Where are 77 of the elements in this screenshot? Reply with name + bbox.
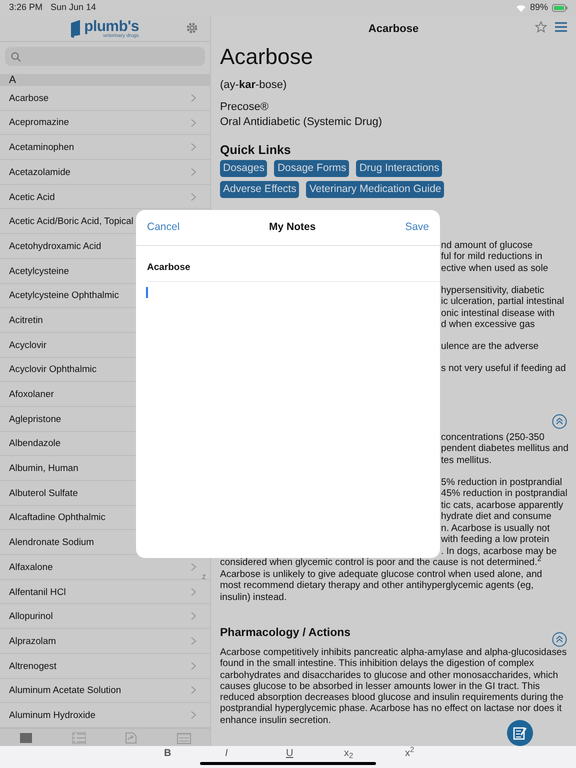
- quick-link-button[interactable]: Dosage Forms: [274, 160, 350, 176]
- text-line: nd amount of glucose: [441, 240, 534, 251]
- format-button[interactable]: I: [222, 746, 231, 762]
- text-line: most recommend dietary therapy and other antihyperglycemic agents (eg,: [220, 580, 535, 592]
- format-button[interactable]: B: [161, 746, 174, 762]
- quick-link-button[interactable]: Veterinary Medication Guide: [306, 180, 444, 198]
- paragraph: Acarbose competitively inhibits pancreatic alpha-amylase and alpha-glucosidases found in the small intestine. This inhibition delays the digestion of complex carbohydrates and disaccharides to glucose and other monosaccharides, which causes glucose to be absorbed in lesser amounts lower in the GI tract. This reduced absorption decreases blood glucose and insulin requirements during the postprandial hyperglycemic phase. Acarbose has no effect on lactase nor does it enhance insulin secretion.: [220, 647, 567, 726]
- cancel-button[interactable]: Cancel: [147, 220, 180, 236]
- drug-list-item[interactable]: Acepromazine: [0, 110, 210, 136]
- page-icon[interactable]: [19, 732, 34, 744]
- brand-name: Precose®: [220, 100, 270, 114]
- collapse-icon[interactable]: [552, 414, 567, 428]
- text-line: insulin) instead.: [220, 592, 288, 603]
- drug-list-item[interactable]: Altrenogest: [0, 654, 210, 678]
- text-line: ective when used as sole: [441, 262, 550, 274]
- logo-name: plumb's: [84, 18, 139, 34]
- drug-class: Oral Antidiabetic (Systemic Drug): [220, 115, 383, 130]
- collapse-icon[interactable]: [552, 632, 567, 647]
- note-edit-icon: [513, 726, 527, 740]
- search-field[interactable]: [5, 47, 205, 66]
- text-line: d when excessive gas: [441, 319, 536, 330]
- status-time: 3:26 PM: [9, 1, 43, 14]
- drug-list-item[interactable]: Acetaminophen: [0, 135, 210, 160]
- text-line: ic ulceration, partial intestinal: [441, 296, 566, 308]
- status-date: Sun Jun 14: [50, 1, 96, 14]
- format-button[interactable]: x$^{2}$: [402, 746, 418, 762]
- text-line: ful for mild reductions in: [441, 251, 544, 262]
- note-title: Acarbose: [147, 261, 440, 282]
- text-line: tes mellitus.: [441, 454, 493, 466]
- dialog-title: My Notes: [269, 220, 316, 235]
- text-cursor: [146, 287, 148, 298]
- calendar-icon[interactable]: [176, 732, 191, 744]
- settings-icon[interactable]: [186, 22, 198, 34]
- save-button[interactable]: Save: [405, 220, 429, 236]
- search-icon: [11, 52, 21, 62]
- drug-list-item[interactable]: Alfentanil HCl: [0, 580, 210, 604]
- quick-link-button[interactable]: Adverse Effects: [220, 180, 300, 198]
- text-line: with feeding a low protein: [441, 534, 550, 546]
- drug-list-item[interactable]: Alprazolam: [0, 629, 210, 654]
- drug-list-item[interactable]: Acetazolamide: [0, 160, 210, 185]
- text-line: tic cats, acarbose apparently: [441, 500, 564, 511]
- page-title: Acarbose: [368, 22, 419, 37]
- notes-button[interactable]: [507, 720, 533, 746]
- text-line: Acarbose is unlikely to give adequate glucose control when used alone, and: [220, 568, 544, 580]
- format-button[interactable]: U: [283, 746, 296, 762]
- text-line: onic intestinal disease with: [441, 308, 556, 319]
- share-icon[interactable]: [124, 732, 138, 744]
- text-line: hypersensitivity, diabetic: [441, 284, 546, 296]
- quick-link-button[interactable]: Drug Interactions: [356, 160, 442, 176]
- text-line: pendent diabetes mellitus and: [441, 443, 567, 454]
- format-button[interactable]: x$_{2}$: [341, 746, 356, 762]
- drug-name: Acarbose: [220, 44, 314, 70]
- text-line: considered when glycemic control is poor and the cause is not determined.$^{2}$: [220, 557, 542, 568]
- text-line: . In dogs, acarbose may be: [441, 546, 558, 556]
- drug-list-item[interactable]: Allopurinol: [0, 604, 210, 630]
- section-heading: Pharmacology / Actions: [220, 626, 351, 641]
- text-line: ulence are the adverse: [441, 341, 540, 352]
- section-header: A: [0, 74, 210, 86]
- menu-icon[interactable]: [555, 22, 567, 32]
- list-icon[interactable]: [72, 732, 86, 744]
- wifi-icon: [516, 4, 526, 12]
- quick-link-button[interactable]: Dosages: [220, 160, 268, 176]
- star-icon[interactable]: [535, 21, 547, 33]
- pronunciation: (ay-kar-bose): [220, 78, 288, 92]
- text-line: n. Acarbose is usually not: [441, 522, 551, 534]
- text-line: concentrations (250-350: [441, 432, 546, 443]
- battery-level: 89%: [530, 1, 548, 14]
- drug-list-item[interactable]: Aluminum Acetate Solution: [0, 678, 210, 704]
- battery-icon: [552, 4, 568, 12]
- text-line: 5% reduction in postprandial: [441, 476, 564, 488]
- section-heading: Quick Links: [220, 142, 292, 158]
- drug-list-item[interactable]: Acarbose: [0, 86, 210, 111]
- drug-list-item[interactable]: Acetic Acid: [0, 184, 210, 210]
- text-line: hydrate diet and consume: [441, 511, 552, 522]
- text-line: s not very useful if feeding ad: [441, 363, 567, 374]
- book-icon: [71, 20, 80, 38]
- text-line: 45% reduction in postprandial: [441, 488, 567, 500]
